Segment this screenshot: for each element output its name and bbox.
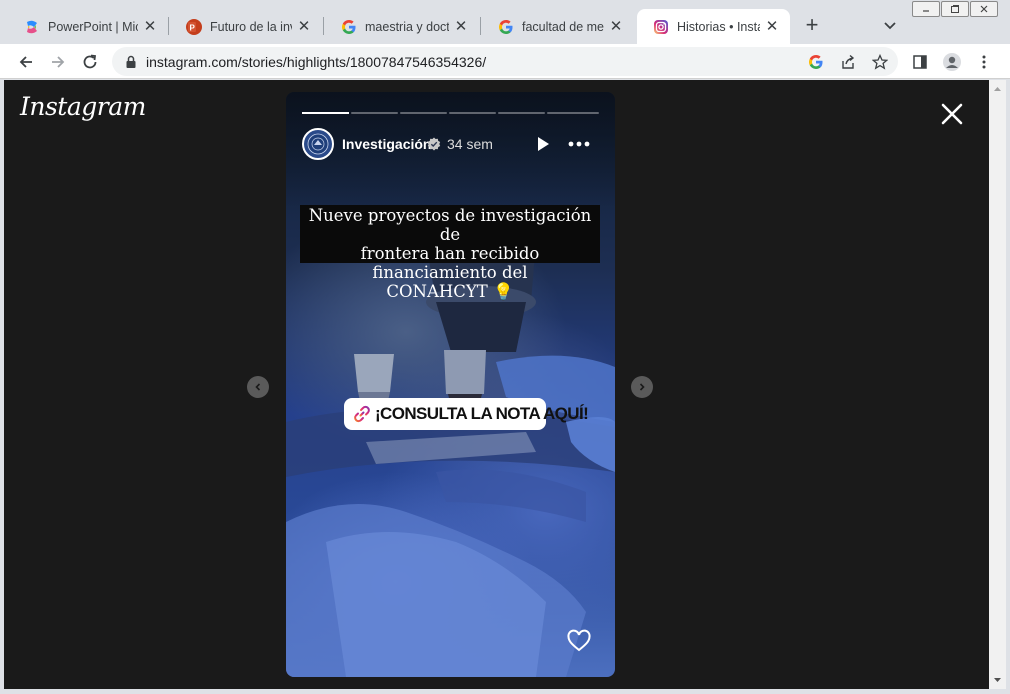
link-sticker[interactable]: ¡CONSULTA LA NOTA AQUÍ! — [344, 398, 589, 430]
back-arrow-icon — [19, 56, 32, 68]
tab-powerpoint[interactable]: PowerPoint | Micr ✕ — [8, 9, 168, 44]
powerpoint-favicon-icon: P — [186, 18, 202, 35]
google-lens-icon[interactable] — [807, 53, 825, 71]
tab-title: facultad de medi — [522, 19, 604, 34]
tab-separator — [323, 17, 324, 35]
tab-instagram-active[interactable]: Historias • Instag ✕ — [637, 9, 790, 44]
close-tab-icon[interactable]: ✕ — [764, 18, 780, 35]
progress-fill — [302, 112, 349, 114]
minimize-window-button[interactable] — [912, 1, 940, 17]
profile-button[interactable] — [940, 50, 964, 74]
address-bar[interactable]: instagram.com/stories/highlights/1800784… — [112, 47, 898, 76]
tab-title: maestria y doctor — [365, 19, 449, 34]
reload-button[interactable] — [78, 50, 102, 74]
side-panel-icon — [913, 55, 927, 69]
story-timestamp: 34 sem — [447, 136, 493, 152]
link-sticker-text: ¡CONSULTA LA NOTA AQUÍ! — [375, 404, 589, 423]
browser-toolbar: instagram.com/stories/highlights/1800784… — [0, 44, 1010, 79]
verified-icon — [427, 137, 441, 151]
more-icon[interactable] — [567, 134, 591, 154]
story-top-shade — [286, 92, 615, 212]
instagram-favicon-icon — [653, 19, 669, 35]
browser-menu-button[interactable] — [972, 50, 996, 74]
tab-title: Historias • Instag — [677, 19, 760, 34]
tab-title: Futuro de la inve — [210, 19, 292, 34]
tab-title: PowerPoint | Micr — [48, 19, 138, 34]
tab-facultad[interactable]: facultad de medi ✕ — [482, 9, 634, 44]
close-window-button[interactable] — [970, 1, 998, 17]
instagram-story-viewer: Instagram Investigación 34 sem Nueve pro… — [4, 80, 989, 689]
tab-futuro[interactable]: P Futuro de la inve ✕ — [170, 9, 322, 44]
story-card[interactable]: Investigación 34 sem Nueve proyectos de … — [286, 92, 615, 677]
story-progress-segment — [351, 112, 398, 114]
restore-window-button[interactable] — [941, 1, 969, 17]
tab-search-icon[interactable] — [880, 16, 900, 36]
link-icon — [352, 404, 372, 424]
close-tab-icon[interactable]: ✕ — [608, 18, 624, 35]
forward-button[interactable] — [46, 50, 70, 74]
story-progress-segment — [547, 112, 599, 114]
tab-maestria[interactable]: maestria y doctor ✕ — [325, 9, 479, 44]
play-icon[interactable] — [533, 134, 553, 154]
side-panel-button[interactable] — [908, 50, 932, 74]
story-progress-segment — [400, 112, 447, 114]
svg-text:P: P — [190, 23, 196, 32]
close-icon[interactable] — [940, 102, 964, 126]
tab-strip: PowerPoint | Micr ✕ P Futuro de la inve … — [0, 0, 1010, 44]
tab-separator — [480, 17, 481, 35]
close-tab-icon[interactable]: ✕ — [296, 18, 312, 35]
story-progress-segment — [498, 112, 545, 114]
forward-arrow-icon — [52, 56, 65, 68]
page-scrollbar[interactable] — [989, 80, 1006, 689]
avatar[interactable] — [302, 128, 334, 160]
close-tab-icon[interactable]: ✕ — [453, 18, 469, 35]
google-favicon-icon — [341, 19, 357, 35]
bookmark-star-icon[interactable] — [871, 53, 889, 71]
instagram-logo[interactable]: Instagram — [20, 92, 146, 121]
copilot-favicon-icon — [24, 19, 40, 35]
close-tab-icon[interactable]: ✕ — [142, 18, 158, 35]
story-headline: Nueve proyectos de investigación de fron… — [300, 205, 600, 301]
google-favicon-icon — [498, 19, 514, 35]
kebab-menu-icon — [982, 55, 986, 69]
university-seal-icon — [307, 133, 329, 155]
new-tab-button[interactable]: + — [800, 14, 824, 38]
heart-icon[interactable] — [566, 628, 592, 654]
story-username[interactable]: Investigación — [342, 136, 431, 152]
tab-separator — [168, 17, 169, 35]
back-button[interactable] — [14, 50, 38, 74]
story-progress-segment — [449, 112, 496, 114]
prev-arrow-icon[interactable] — [247, 376, 269, 398]
lock-icon[interactable] — [122, 53, 140, 71]
story-progress-segment — [302, 112, 349, 114]
share-icon[interactable] — [839, 53, 857, 71]
url-text[interactable]: instagram.com/stories/highlights/1800784… — [146, 54, 486, 70]
next-arrow-icon[interactable] — [631, 376, 653, 398]
reload-icon — [83, 54, 97, 69]
profile-avatar-icon — [943, 53, 961, 71]
